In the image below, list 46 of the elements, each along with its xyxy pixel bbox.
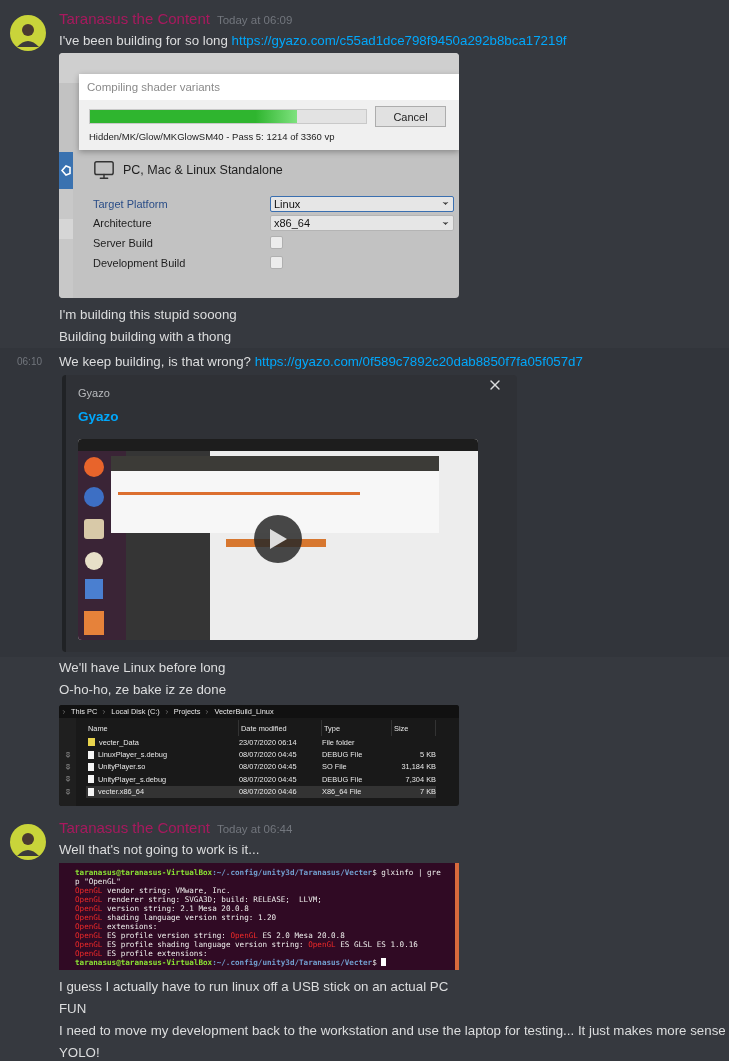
chevron-icon (101, 708, 108, 715)
dialog-title: Compiling shader variants (79, 74, 459, 100)
checkbox[interactable] (270, 256, 283, 270)
message-text: Building building with a thong (59, 328, 233, 346)
message-text: We'll have Linux before long (59, 659, 227, 677)
avatar[interactable] (9, 15, 46, 51)
message-text: Well that's not going to work is it... (59, 840, 261, 859)
monitor-icon (93, 159, 115, 181)
play-icon (268, 528, 288, 550)
timestamp: Today at 06:44 (216, 822, 293, 835)
dropdown[interactable]: Linux (270, 195, 454, 212)
message-text: I need to move my development back to the workstation and use the laptop for testing... It just makes more sense (59, 1021, 727, 1040)
checkbox[interactable] (270, 236, 283, 250)
chevron-icon (61, 708, 67, 715)
chevron-icon (163, 708, 170, 715)
platform-title: PC, Mac & Linux Standalone (123, 163, 283, 177)
unity-logo-icon (61, 165, 71, 176)
setting-label: Server Build (93, 237, 154, 249)
timestamp: Today at 06:09 (216, 14, 293, 26)
cursor (381, 958, 387, 967)
chevron-icon (204, 708, 211, 715)
message-link[interactable]: https://gyazo.com/0f589c7892c20dab8850f7fa05f057d7 (254, 354, 583, 369)
cancel-button[interactable]: Cancel (375, 106, 446, 127)
message-text: I've been building for so long https://gyazo.com/c55ad1dce798f9450a292b8bca17219f (59, 32, 568, 50)
message-time: 06:10 (17, 355, 42, 369)
embed-provider: Gyazo (78, 387, 111, 399)
folder-icon (88, 738, 95, 747)
setting-label: Architecture (93, 217, 153, 230)
message-text: I guess I actually have to run linux off a USB stick on an actual PC (59, 977, 450, 996)
message-text: I'm building this stupid sooong (59, 306, 238, 324)
pin-icon (64, 776, 71, 783)
setting-label: Development Build (93, 256, 187, 269)
setting-label: Target Platform (93, 197, 169, 210)
dropdown[interactable]: x86_64 (270, 215, 454, 232)
message-text: YOLO! (59, 1043, 101, 1061)
message-text: We keep building, is that wrong? https://gyazo.com/0f589c7892c20dab8850f7fa05f057d7 (59, 353, 584, 371)
message-link[interactable]: https://gyazo.com/c55ad1dce798f9450a292b8bca17219f (231, 33, 567, 48)
avatar[interactable] (9, 823, 46, 860)
pin-icon (64, 763, 71, 770)
pin-icon (64, 788, 71, 795)
message-text: FUN (59, 999, 88, 1018)
progress-status: Hidden/MK/Glow/MKGlowSM40 - Pass 5: 1214 of 3360 vp (89, 131, 336, 142)
platform-tab[interactable] (59, 152, 73, 189)
embed-title[interactable]: Gyazo (78, 409, 517, 424)
pin-icon (64, 751, 71, 758)
message-text: O-ho-ho, ze bake iz ze done (59, 681, 228, 699)
